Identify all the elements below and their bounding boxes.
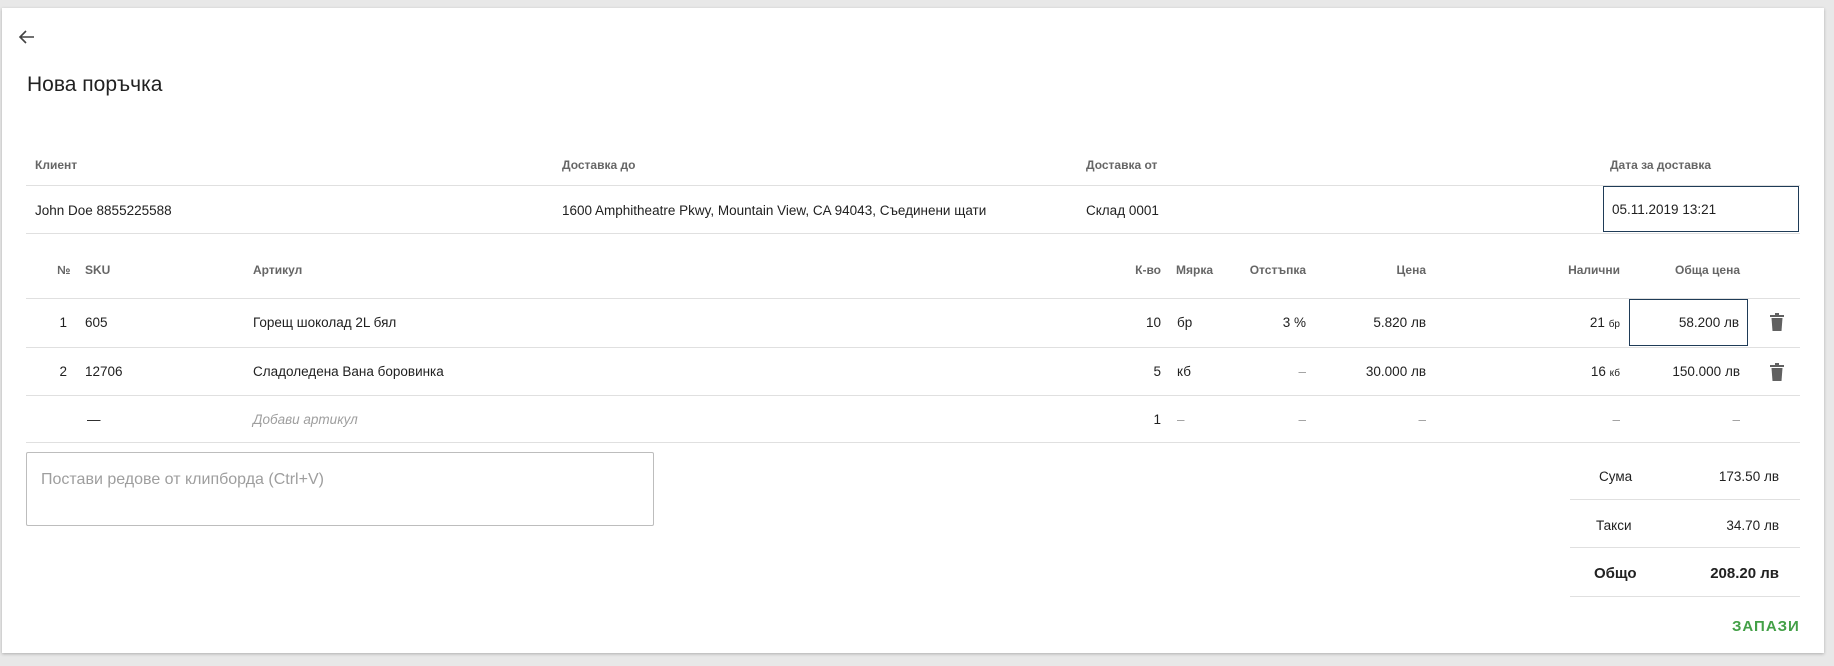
trash-icon <box>1770 313 1784 331</box>
new-row-unit: – <box>1177 412 1185 427</box>
divider <box>26 233 1800 234</box>
header-client: Клиент <box>35 158 78 172</box>
col-sku: SKU <box>85 263 111 277</box>
row-total[interactable]: 150.000 лв <box>1642 364 1740 379</box>
available-unit: бр <box>1608 319 1620 330</box>
row-price[interactable]: 5.820 лв <box>1342 315 1426 330</box>
header-deliver-from: Доставка от <box>1086 158 1158 172</box>
delivery-date-field[interactable]: 05.11.2019 13:21 <box>1603 186 1799 232</box>
col-num: № <box>57 263 71 277</box>
header-deliver-to: Доставка до <box>562 158 636 172</box>
total-value: 208.20 лв <box>1710 565 1779 582</box>
sum-value: 173.50 лв <box>1718 469 1779 484</box>
header-delivery-date: Дата за доставка <box>1610 158 1711 172</box>
available-unit: кб <box>1609 368 1620 379</box>
col-discount: Отстъпка <box>1249 263 1306 277</box>
total-label: Общо <box>1594 565 1637 582</box>
row-price[interactable]: 30.000 лв <box>1342 364 1426 379</box>
row-num: 1 <box>59 315 67 330</box>
tax-label: Такси <box>1596 518 1632 533</box>
client-value[interactable]: John Doe 8855225588 <box>35 203 172 218</box>
new-row-discount: – <box>1298 412 1306 427</box>
row-available: 16 кб <box>1542 364 1620 379</box>
deliver-to-value[interactable]: 1600 Amphitheatre Pkwy, Mountain View, C… <box>562 203 986 218</box>
new-row-available: – <box>1612 412 1620 427</box>
row-unit[interactable]: бр <box>1177 315 1192 330</box>
arrow-left-icon <box>18 30 34 44</box>
trash-icon <box>1770 363 1784 381</box>
divider <box>26 442 1800 443</box>
row-discount[interactable]: – <box>1222 364 1306 379</box>
new-row-sku[interactable]: — <box>87 412 101 427</box>
row-unit[interactable]: кб <box>1177 364 1191 379</box>
col-total: Обща цена <box>1675 263 1740 277</box>
divider <box>1570 499 1800 500</box>
divider <box>26 347 1800 348</box>
col-unit: Мярка <box>1176 263 1214 277</box>
row-available: 21 бр <box>1542 315 1620 330</box>
back-button[interactable] <box>14 24 40 50</box>
row-article[interactable]: Горещ шоколад 2L бял <box>253 315 396 330</box>
paste-clipboard-textarea[interactable]: Постави редове от клипборда (Ctrl+V) <box>26 452 654 526</box>
available-count: 16 <box>1590 364 1606 379</box>
row-discount[interactable]: 3 % <box>1222 315 1306 330</box>
deliver-from-value[interactable]: Склад 0001 <box>1086 203 1159 218</box>
col-available: Налични <box>1568 263 1620 277</box>
row-article[interactable]: Сладоледена Вана боровинка <box>253 364 444 379</box>
divider <box>26 185 1800 186</box>
col-qty: К-во <box>1135 263 1161 277</box>
col-price: Цена <box>1396 263 1426 277</box>
divider <box>26 395 1800 396</box>
sum-label: Сума <box>1599 469 1633 484</box>
divider <box>1570 547 1800 548</box>
order-card: Нова поръчка Клиент Доставка до Доставка… <box>2 8 1824 653</box>
divider <box>26 298 1800 299</box>
add-article-input[interactable]: Добави артикул <box>253 412 358 427</box>
save-button[interactable]: ЗАПАЗИ <box>1732 618 1800 635</box>
new-row-total: – <box>1732 412 1740 427</box>
row-total-field[interactable]: 58.200 лв <box>1629 299 1748 346</box>
delete-row-button[interactable] <box>1770 363 1784 381</box>
new-row-qty[interactable]: 1 <box>1102 412 1161 427</box>
row-qty[interactable]: 10 <box>1102 315 1161 330</box>
row-sku[interactable]: 605 <box>85 315 108 330</box>
new-row-price: – <box>1418 412 1426 427</box>
delete-row-button[interactable] <box>1770 313 1784 331</box>
page-title: Нова поръчка <box>27 73 163 96</box>
tax-value: 34.70 лв <box>1726 518 1779 533</box>
divider <box>1570 596 1800 597</box>
row-sku[interactable]: 12706 <box>85 364 123 379</box>
col-article: Артикул <box>253 263 303 277</box>
row-qty[interactable]: 5 <box>1102 364 1161 379</box>
available-count: 21 <box>1589 315 1605 330</box>
row-num: 2 <box>59 364 67 379</box>
